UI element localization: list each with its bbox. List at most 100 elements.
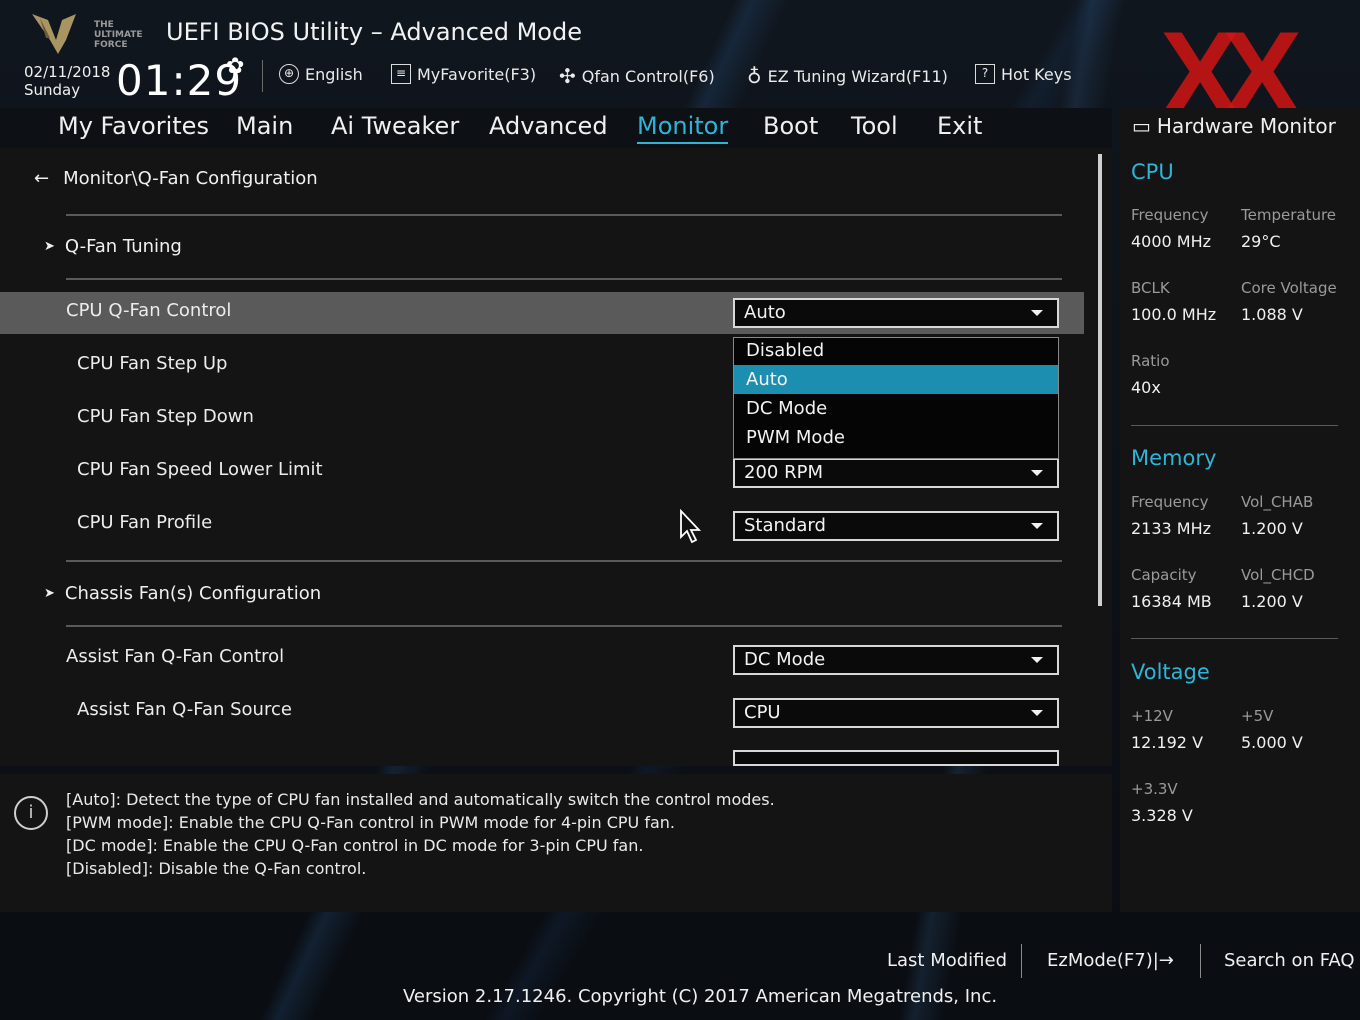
section-label: Q-Fan Tuning [64, 236, 182, 257]
footer-divider [1200, 944, 1201, 978]
divider [1131, 638, 1338, 639]
cpu-core-voltage: 1.088 V [1241, 305, 1303, 324]
scrollbar[interactable] [1098, 154, 1102, 606]
hw-label: +5V [1241, 707, 1274, 725]
memory-vol-chcd: 1.200 V [1241, 592, 1303, 611]
ez-tuning-button[interactable]: ♁ EZ Tuning Wizard(F11) [747, 64, 948, 88]
cpu-temperature: 29°C [1241, 232, 1281, 251]
chevron-down-icon [1031, 657, 1043, 663]
help-panel: i [Auto]: Detect the type of CPU fan ins… [0, 774, 1112, 912]
chevron-down-icon [1031, 523, 1043, 529]
search-faq-button[interactable]: Search on FAQ [1224, 950, 1355, 971]
footer-divider [1021, 944, 1022, 978]
tab-exit[interactable]: Exit [937, 112, 982, 140]
tab-main[interactable]: Main [236, 112, 293, 140]
section-chassis-fans[interactable]: ➤ Chassis Fan(s) Configuration [44, 583, 321, 605]
hw-label: Frequency [1131, 493, 1209, 511]
hw-label: Vol_CHAB [1241, 493, 1314, 511]
hot-keys-button[interactable]: ? Hot Keys [975, 64, 1072, 84]
partially-hidden-select[interactable] [733, 750, 1059, 766]
hw-label: BCLK [1131, 279, 1170, 297]
cpu-fan-speed-lower-limit-label: CPU Fan Speed Lower Limit [77, 459, 323, 480]
section-label: Chassis Fan(s) Configuration [64, 583, 322, 604]
cpu-fan-profile-select[interactable]: Standard [733, 511, 1059, 541]
language-label: English [305, 64, 363, 84]
voltage-12v: 12.192 V [1131, 733, 1204, 752]
hw-label: +12V [1131, 707, 1173, 725]
assist-fan-qfan-source-select[interactable]: CPU [733, 698, 1059, 728]
dropdown-option-auto[interactable]: Auto [734, 365, 1058, 394]
cpu-fan-step-down-label: CPU Fan Step Down [77, 406, 254, 427]
divider [66, 214, 1062, 216]
tab-boot[interactable]: Boot [763, 112, 818, 140]
fan-icon: ✣ [559, 64, 576, 88]
tab-advanced[interactable]: Advanced [489, 112, 608, 140]
qfan-label: Qfan Control(F6) [581, 66, 715, 86]
qfan-control-button[interactable]: ✣ Qfan Control(F6) [559, 64, 715, 88]
select-value: Auto [744, 302, 786, 323]
chevron-right-icon: ➤ [44, 586, 55, 601]
hardware-monitor-title: ▭ Hardware Monitor [1132, 114, 1336, 138]
memory-frequency: 2133 MHz [1131, 519, 1212, 538]
header-divider [262, 60, 263, 92]
select-value: CPU [744, 702, 781, 723]
cpu-qfan-control-label: CPU Q-Fan Control [66, 300, 232, 321]
last-modified-button[interactable]: Last Modified [887, 950, 1007, 971]
dropdown-option-dc-mode[interactable]: DC Mode [734, 394, 1058, 423]
myfavorite-button[interactable]: ≡ MyFavorite(F3) [391, 64, 536, 84]
hw-label: Frequency [1131, 206, 1209, 224]
cpu-fan-step-up-label: CPU Fan Step Up [77, 353, 228, 374]
dropdown-option-disabled[interactable]: Disabled [734, 336, 1058, 365]
date: 02/11/2018 [24, 63, 111, 81]
divider [66, 278, 1062, 280]
assist-fan-qfan-source-label: Assist Fan Q-Fan Source [77, 699, 292, 720]
tab-monitor[interactable]: Monitor [637, 112, 729, 144]
header: THE ULTIMATE FORCE UEFI BIOS Utility – A… [0, 0, 1360, 108]
cpu-qfan-control-dropdown: Disabled Auto DC Mode PWM Mode [733, 337, 1059, 459]
mouse-cursor-icon [680, 509, 702, 544]
tab-tool[interactable]: Tool [851, 112, 898, 140]
hw-label: Core Voltage [1241, 279, 1337, 297]
chevron-down-icon [1031, 710, 1043, 716]
tab-ai-tweaker[interactable]: Ai Tweaker [331, 112, 459, 140]
back-arrow-icon[interactable]: ← [34, 168, 49, 189]
section-qfan-tuning[interactable]: ➤ Q-Fan Tuning [44, 236, 182, 258]
help-line: [Auto]: Detect the type of CPU fan insta… [66, 790, 775, 809]
dropdown-option-pwm-mode[interactable]: PWM Mode [734, 423, 1058, 452]
version-text: Version 2.17.1246. Copyright (C) 2017 Am… [403, 986, 998, 1007]
app-title: UEFI BIOS Utility – Advanced Mode [166, 18, 582, 46]
cpu-fan-speed-lower-limit-select[interactable]: 200 RPM [733, 458, 1059, 488]
cpu-qfan-control-select[interactable]: Auto [733, 298, 1059, 328]
gear-icon[interactable]: ✿ [226, 54, 244, 79]
select-value: Standard [744, 515, 826, 536]
favorite-list-icon: ≡ [391, 64, 411, 84]
voltage-3-3v: 3.328 V [1131, 806, 1193, 825]
select-value: DC Mode [744, 649, 826, 670]
voltage-5v: 5.000 V [1241, 733, 1303, 752]
hardware-monitor-panel: ▭ Hardware Monitor CPU Frequency Tempera… [1120, 108, 1360, 912]
logo-text: THE ULTIMATE FORCE [94, 20, 143, 50]
cpu-ratio: 40x [1131, 378, 1161, 397]
cpu-fan-profile-label: CPU Fan Profile [77, 512, 213, 533]
memory-capacity: 16384 MB [1131, 592, 1212, 611]
assist-fan-qfan-control-select[interactable]: DC Mode [733, 645, 1059, 675]
help-line: [DC mode]: Enable the CPU Q-Fan control … [66, 836, 644, 855]
lightbulb-icon: ♁ [747, 64, 762, 88]
breadcrumb: ← Monitor\Q-Fan Configuration [34, 168, 318, 189]
tab-my-favorites[interactable]: My Favorites [58, 112, 209, 140]
hw-title-text: Hardware Monitor [1156, 114, 1336, 138]
divider [1131, 425, 1338, 426]
language-button[interactable]: ⊕ English [279, 64, 363, 84]
hw-label: Temperature [1241, 206, 1337, 224]
chevron-down-icon [1031, 470, 1043, 476]
hot-keys-label: Hot Keys [1001, 64, 1072, 84]
ezmode-button[interactable]: EzMode(F7)|→ [1047, 950, 1174, 971]
divider [66, 625, 1062, 627]
help-line: [Disabled]: Disable the Q-Fan control. [66, 859, 367, 878]
globe-icon: ⊕ [279, 64, 299, 84]
cpu-bclk: 100.0 MHz [1131, 305, 1217, 324]
select-value: 200 RPM [744, 462, 823, 483]
breadcrumb-path: Monitor\Q-Fan Configuration [63, 168, 318, 189]
ez-tuning-label: EZ Tuning Wizard(F11) [767, 66, 948, 86]
monitor-icon: ▭ [1132, 114, 1151, 138]
